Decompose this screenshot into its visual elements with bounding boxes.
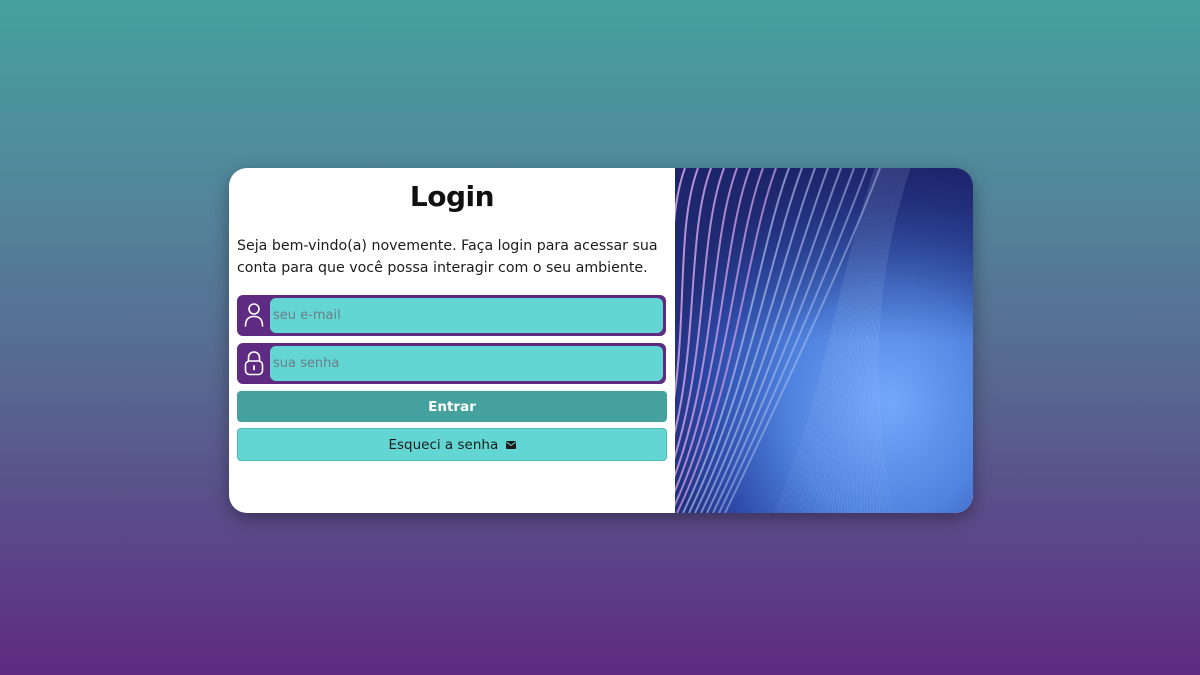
- password-field-group: [237, 343, 666, 384]
- forgot-password-label: Esqueci a senha: [388, 437, 499, 453]
- user-icon: [244, 303, 264, 327]
- page-title: Login: [409, 180, 495, 213]
- password-input[interactable]: [270, 346, 663, 381]
- submit-button[interactable]: Entrar: [237, 391, 667, 422]
- login-card: Login Seja bem-vindo(a) novemente. Faça …: [229, 168, 973, 513]
- decorative-wave-image: [675, 168, 973, 513]
- forgot-password-button[interactable]: Esqueci a senha: [237, 428, 667, 461]
- lock-icon: [244, 351, 264, 376]
- welcome-text: Seja bem-vindo(a) novemente. Faça login …: [237, 238, 658, 276]
- envelope-icon: [505, 441, 516, 449]
- submit-button-label: Entrar: [428, 399, 476, 415]
- email-field-group: [237, 295, 666, 336]
- email-input[interactable]: [270, 298, 663, 333]
- login-panel: Login Seja bem-vindo(a) novemente. Faça …: [229, 168, 675, 513]
